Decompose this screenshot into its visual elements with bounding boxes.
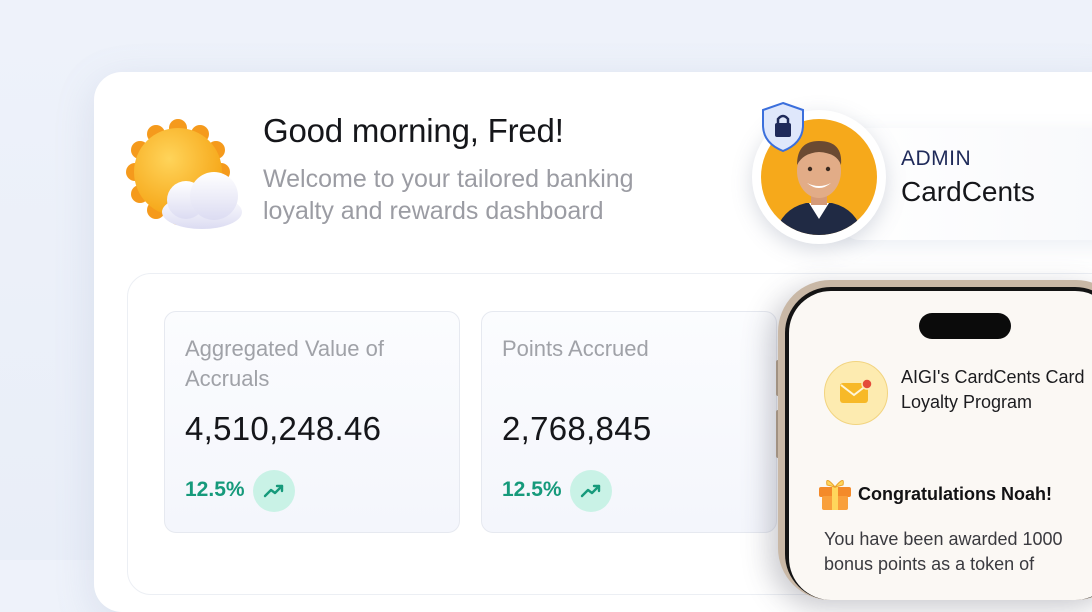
- greeting-subtitle: Welcome to your tailored banking loyalty…: [263, 165, 634, 225]
- phone-bezel: AIGI's CardCents Card Loyalty Program Co…: [785, 287, 1092, 600]
- phone-mockup: AIGI's CardCents Card Loyalty Program Co…: [778, 280, 1092, 600]
- stat-change: 12.5%: [502, 478, 562, 501]
- award-message: You have been awarded 1000 bonus points …: [824, 529, 1063, 574]
- stat-card-points[interactable]: Points Accrued 2,768,845 12.5%: [481, 311, 777, 533]
- congrats-heading: Congratulations Noah!: [858, 484, 1052, 504]
- shield-lock-icon: [762, 101, 804, 153]
- gift-icon: [819, 480, 851, 510]
- trending-up-icon: [570, 470, 612, 512]
- stat-change: 12.5%: [185, 478, 245, 501]
- stat-label: Points Accrued: [502, 336, 649, 361]
- phone-screen: AIGI's CardCents Card Loyalty Program Co…: [789, 291, 1092, 600]
- stat-label: Aggregated Value of Accruals: [185, 336, 384, 391]
- dynamic-island: [919, 313, 1011, 339]
- program-title: AIGI's CardCents Card Loyalty Program: [901, 367, 1085, 412]
- greeting-title: Good morning, Fred!: [263, 112, 564, 149]
- stat-value: 2,768,845: [502, 410, 652, 447]
- profile-role: ADMIN: [901, 147, 972, 170]
- stat-value: 4,510,248.46: [185, 410, 382, 447]
- profile-name: CardCents: [901, 176, 1035, 207]
- stat-card-accruals[interactable]: Aggregated Value of Accruals 4,510,248.4…: [164, 311, 460, 533]
- sun-cloud-icon: [126, 119, 242, 229]
- trending-up-icon: [253, 470, 295, 512]
- mail-icon: [824, 361, 888, 425]
